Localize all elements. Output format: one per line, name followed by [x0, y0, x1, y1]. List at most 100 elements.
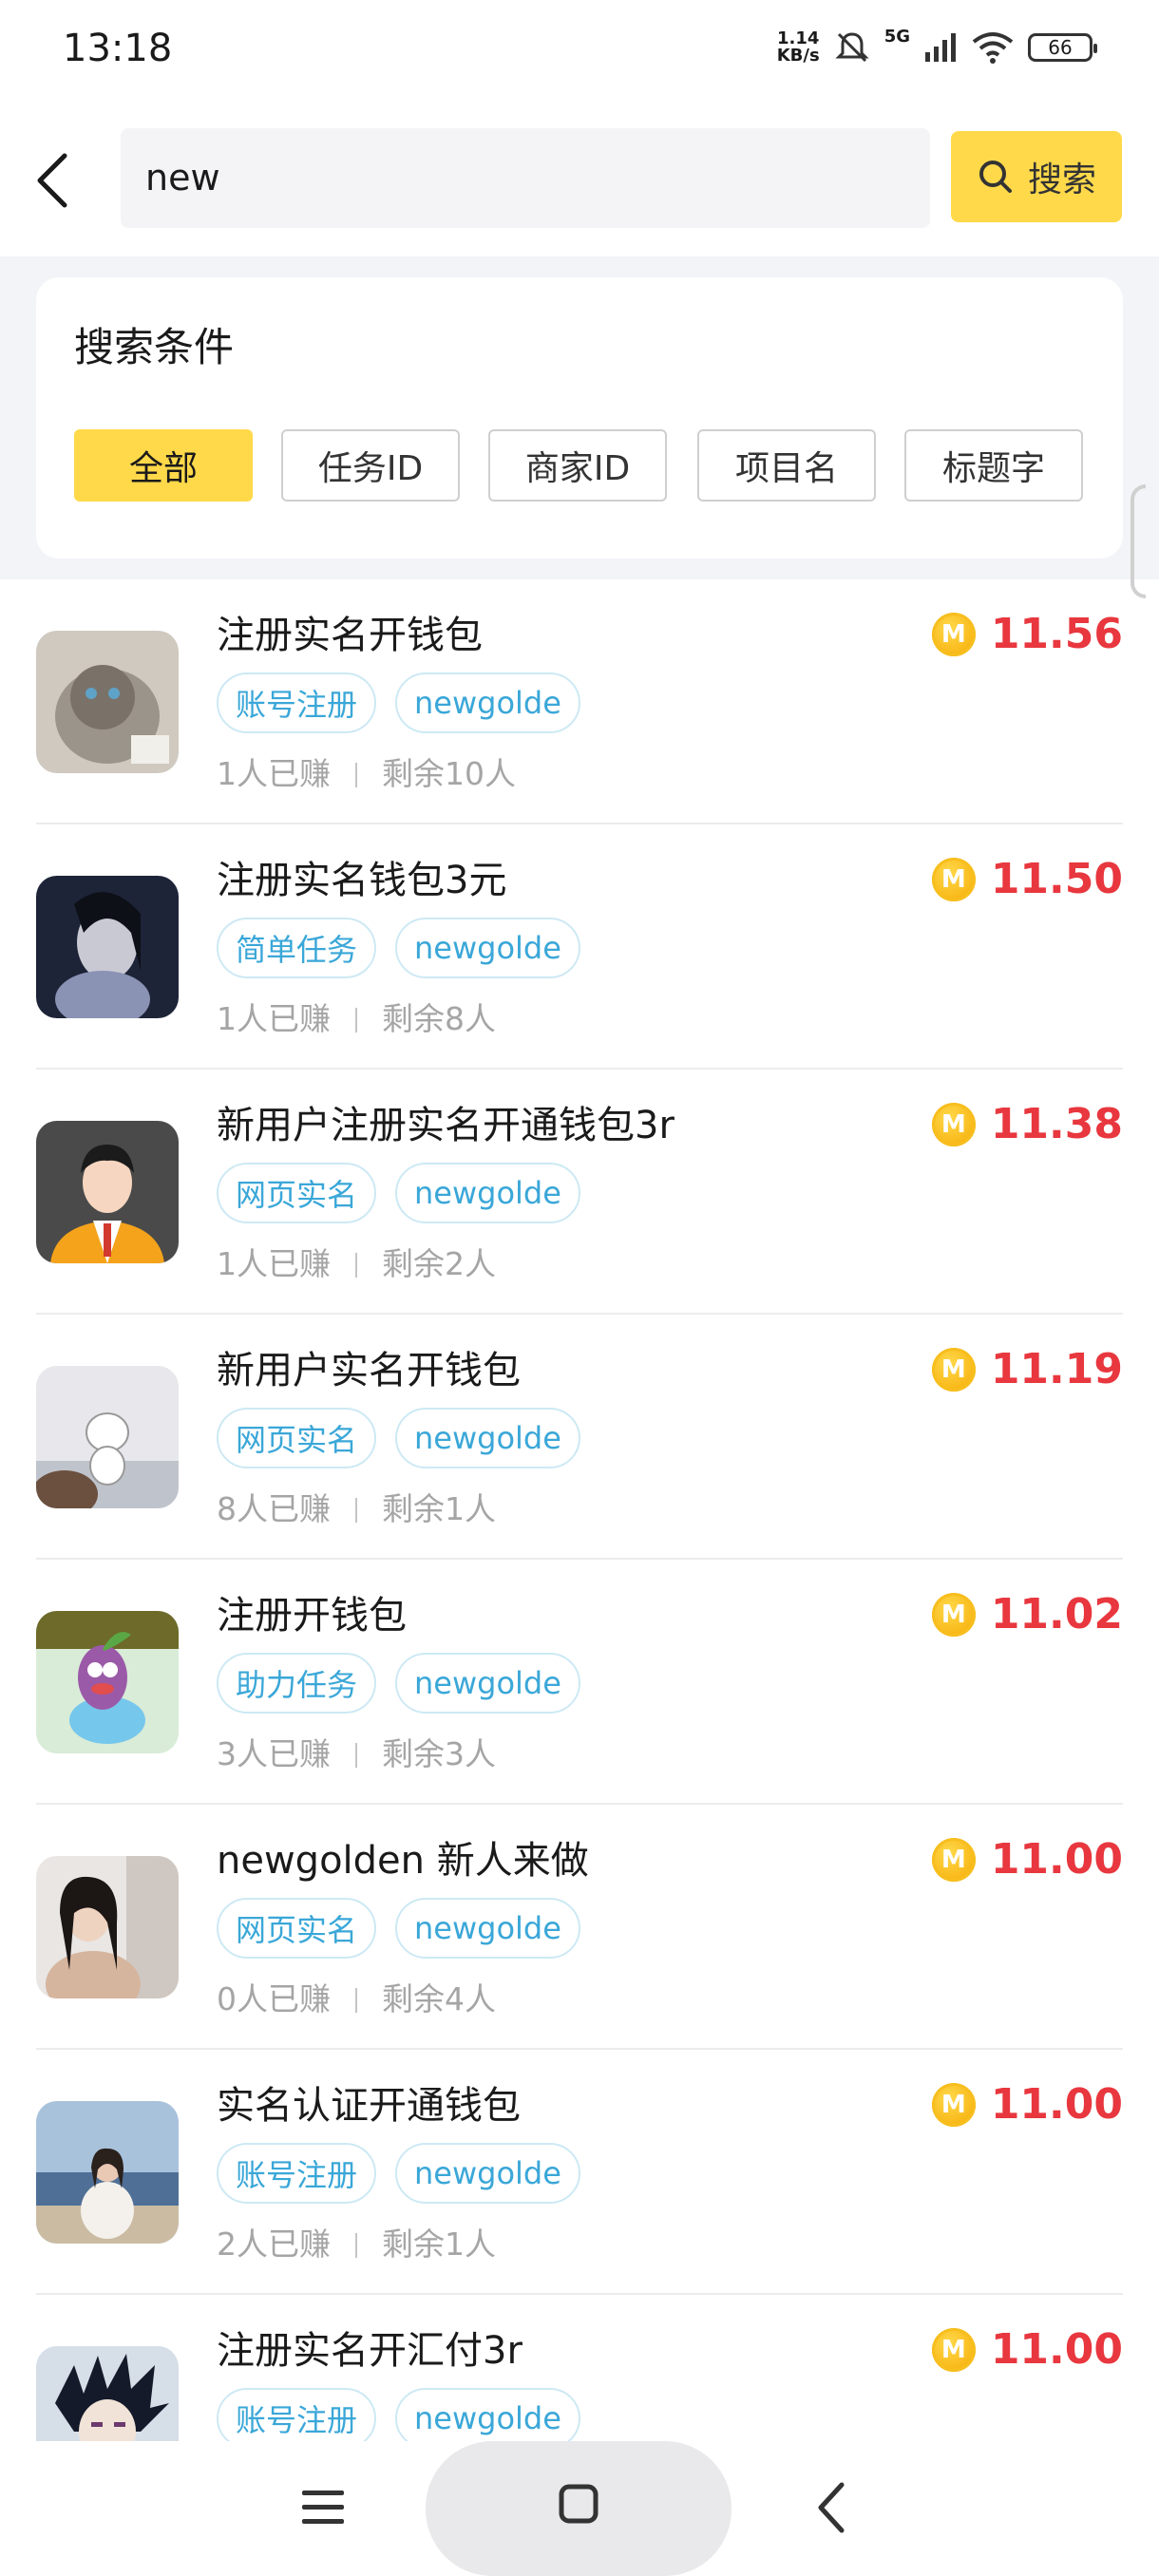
filter-chip-title-keyword[interactable]: 标题字: [904, 429, 1083, 502]
earned-count: 8人已赚: [217, 1490, 331, 1527]
task-stats: 1人已赚 剩余10人: [217, 748, 516, 794]
task-row[interactable]: 注册实名钱包3元 简单任务 newgolde 1人已赚 剩余8人 M 11.50: [0, 824, 1159, 1070]
task-price: M 11.00: [931, 1835, 1123, 1884]
task-title: 注册实名开汇付3r: [217, 2329, 522, 2373]
task-stats: 3人已赚 剩余3人: [217, 1729, 496, 1774]
earned-count: 2人已赚: [217, 2226, 331, 2263]
earned-count: 1人已赚: [217, 755, 331, 792]
merchant-tag: newgolde: [395, 2388, 580, 2449]
task-price: M 11.00: [931, 2080, 1123, 2129]
category-tag: 网页实名: [217, 1898, 377, 1959]
price-value: 11.00: [990, 1835, 1123, 1884]
battery-indicator: 66: [1028, 33, 1097, 62]
category-tag: 简单任务: [217, 918, 377, 978]
cell-signal-icon: [925, 33, 956, 62]
stat-divider: [355, 1743, 357, 1768]
price-value: 11.00: [990, 2080, 1123, 2129]
network-speed: 1.14 KB/s: [776, 28, 820, 66]
task-row[interactable]: 新用户注册实名开通钱包3r 网页实名 newgolde 1人已赚 剩余2人 M 1…: [0, 1070, 1159, 1315]
price-value: 11.56: [990, 610, 1123, 658]
price-value: 11.38: [990, 1100, 1123, 1148]
coin-icon: M: [931, 1347, 976, 1392]
earned-count: 0人已赚: [217, 1980, 331, 2017]
status-time: 13:18: [63, 27, 173, 70]
task-title: 新用户实名开钱包: [217, 1349, 521, 1392]
task-row[interactable]: 注册开钱包 助力任务 newgolde 3人已赚 剩余3人 M 11.02: [0, 1560, 1159, 1805]
task-stats: 1人已赚 剩余2人: [217, 1239, 496, 1284]
bell-muted-icon: [835, 32, 869, 63]
category-tag: 账号注册: [217, 2143, 377, 2204]
earned-count: 3人已赚: [217, 1735, 331, 1772]
stat-divider: [355, 763, 357, 787]
stat-divider: [355, 2233, 357, 2258]
search-icon: [978, 161, 1012, 193]
task-row[interactable]: 注册实名开钱包 账号注册 newgolde 1人已赚 剩余10人 M 11.56: [0, 579, 1159, 824]
remaining-count: 剩余1人: [382, 1490, 496, 1527]
remaining-count: 剩余10人: [382, 755, 516, 792]
wifi-icon: [972, 32, 1014, 64]
back-icon[interactable]: [817, 2481, 846, 2534]
coin-icon: M: [931, 612, 976, 656]
task-price: M 11.19: [931, 1345, 1123, 1393]
search-button[interactable]: 搜索: [951, 131, 1122, 222]
merchant-tag: newgolde: [395, 1408, 580, 1468]
filter-chip-merchant-id[interactable]: 商家ID: [488, 429, 667, 502]
task-title: 注册开钱包: [217, 1594, 407, 1638]
stat-divider: [355, 1253, 357, 1278]
avatar: [36, 1366, 179, 1508]
avatar: [36, 1611, 179, 1753]
filter-card: 搜索条件 全部 任务ID 商家ID 项目名 标题字: [36, 277, 1123, 559]
recent-apps-icon[interactable]: [302, 2489, 344, 2527]
task-title: 注册实名开钱包: [217, 614, 483, 657]
filter-chip-all[interactable]: 全部: [74, 429, 253, 502]
task-stats: 0人已赚 剩余4人: [217, 1974, 496, 2019]
remaining-count: 剩余2人: [382, 1245, 496, 1282]
task-price: M 11.38: [931, 1100, 1123, 1148]
category-tag: 网页实名: [217, 1408, 377, 1468]
price-value: 11.50: [990, 855, 1123, 903]
avatar: [36, 631, 179, 773]
merchant-tag: newgolde: [395, 918, 580, 978]
avatar: [36, 1121, 179, 1263]
task-title: 实名认证开通钱包: [217, 2084, 521, 2128]
avatar: [36, 2101, 179, 2244]
merchant-tag: newgolde: [395, 2143, 580, 2204]
task-stats: 1人已赚 剩余8人: [217, 994, 496, 1039]
price-value: 11.19: [990, 1345, 1123, 1393]
task-row[interactable]: 实名认证开通钱包 账号注册 newgolde 2人已赚 剩余1人 M 11.00: [0, 2050, 1159, 2295]
back-arrow-icon[interactable]: [27, 142, 84, 218]
filter-chip-task-id[interactable]: 任务ID: [281, 429, 460, 502]
merchant-tag: newgolde: [395, 672, 580, 733]
filter-chip-project-name[interactable]: 项目名: [697, 429, 876, 502]
system-navigation-bar: [0, 2441, 1159, 2576]
task-title: 注册实名钱包3元: [217, 859, 507, 902]
task-row[interactable]: 新用户实名开钱包 网页实名 newgolde 8人已赚 剩余1人 M 11.19: [0, 1315, 1159, 1560]
category-tag: 网页实名: [217, 1163, 377, 1223]
task-price: M 11.02: [931, 1590, 1123, 1638]
task-price: M 11.56: [931, 610, 1123, 658]
stat-divider: [355, 1008, 357, 1032]
task-row[interactable]: newgolden 新人来做 网页实名 newgolde 0人已赚 剩余4人 M …: [0, 1805, 1159, 2050]
filter-title: 搜索条件: [74, 324, 235, 370]
remaining-count: 剩余4人: [382, 1980, 496, 2017]
merchant-tag: newgolde: [395, 1898, 580, 1959]
merchant-tag: newgolde: [395, 1653, 580, 1714]
search-input[interactable]: new: [121, 128, 930, 228]
task-list: 注册实名开钱包 账号注册 newgolde 1人已赚 剩余10人 M 11.56 …: [0, 579, 1159, 2479]
avatar: [36, 1856, 179, 1998]
stat-divider: [355, 1498, 357, 1523]
task-stats: 8人已赚 剩余1人: [217, 1484, 496, 1529]
stat-divider: [355, 1988, 357, 2013]
remaining-count: 剩余1人: [382, 2226, 496, 2263]
price-value: 11.02: [990, 1590, 1123, 1638]
coin-icon: M: [931, 1837, 976, 1882]
category-tag: 助力任务: [217, 1653, 377, 1714]
coin-icon: M: [931, 2327, 976, 2372]
earned-count: 1人已赚: [217, 1245, 331, 1282]
coin-icon: M: [931, 857, 976, 901]
task-title: 新用户注册实名开通钱包3r: [217, 1104, 674, 1147]
home-icon[interactable]: [559, 2484, 598, 2524]
merchant-tag: newgolde: [395, 1163, 580, 1223]
search-header: new 搜索: [0, 104, 1159, 256]
task-title: newgolden 新人来做: [217, 1839, 589, 1883]
